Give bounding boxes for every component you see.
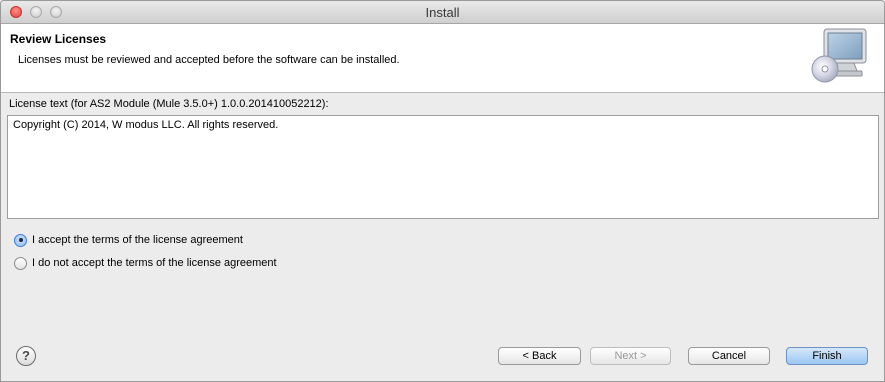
window-title: Install <box>425 5 460 20</box>
next-button[interactable]: Next > <box>590 347 671 365</box>
wizard-header: Review Licenses Licenses must be reviewe… <box>1 24 884 93</box>
license-label: License text (for AS2 Module (Mule 3.5.0… <box>9 98 329 110</box>
license-text-area[interactable]: Copyright (C) 2014, W modus LLC. All rig… <box>7 115 879 219</box>
page-title: Review Licenses <box>10 32 107 46</box>
install-window: Install Review Licenses Licenses must be… <box>0 0 885 382</box>
license-text: Copyright (C) 2014, W modus LLC. All rig… <box>13 119 279 131</box>
decline-terms-option[interactable]: I do not accept the terms of the license… <box>14 255 277 271</box>
title-bar: Install <box>1 1 884 24</box>
help-icon[interactable]: ? <box>16 346 36 366</box>
decline-radio[interactable] <box>14 256 27 270</box>
accept-label: I accept the terms of the license agreem… <box>32 234 243 246</box>
cancel-button[interactable]: Cancel <box>688 347 770 365</box>
accept-radio[interactable] <box>14 233 27 247</box>
accept-terms-option[interactable]: I accept the terms of the license agreem… <box>14 232 243 248</box>
page-description: Licenses must be reviewed and accepted b… <box>18 54 400 66</box>
install-computer-cd-icon <box>811 28 867 83</box>
decline-label: I do not accept the terms of the license… <box>32 257 277 269</box>
back-button[interactable]: < Back <box>498 347 581 365</box>
finish-button[interactable]: Finish <box>786 347 868 365</box>
